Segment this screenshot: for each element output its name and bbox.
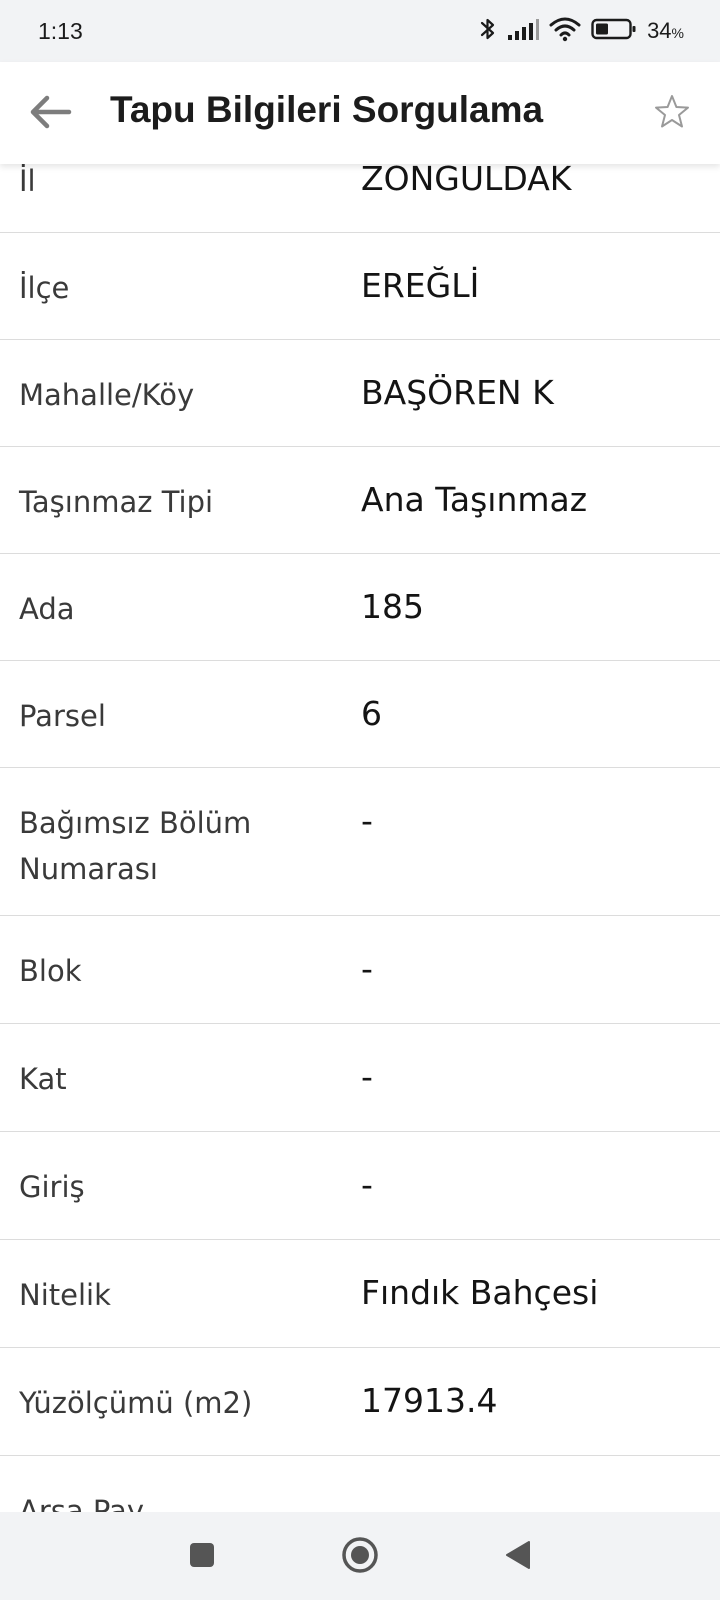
row-label: Ada — [19, 592, 75, 626]
row-label: Kat — [19, 1062, 67, 1096]
row-label: Blok — [19, 954, 82, 988]
row-value: 6 — [361, 694, 382, 733]
row-label: Nitelik — [19, 1278, 111, 1312]
signal-icon — [507, 18, 540, 45]
row-value: BAŞÖREN K — [361, 373, 554, 412]
table-row: Arsa Pay — [0, 1456, 720, 1512]
page-title: Tapu Bilgileri Sorgulama — [110, 89, 544, 130]
back-triangle-icon — [503, 1539, 533, 1576]
status-bar: 1:13 34% — [0, 0, 720, 62]
back-button[interactable] — [22, 86, 78, 142]
row-label: İlçe — [19, 271, 70, 305]
status-time: 1:13 — [38, 18, 83, 44]
row-value: 185 — [361, 587, 424, 626]
row-label: İl — [19, 164, 36, 198]
row-value: - — [361, 1057, 373, 1096]
row-label: Giriş — [19, 1170, 85, 1204]
row-label: Bağımsız Bölüm Numarası — [19, 806, 252, 886]
table-row: Nitelik Fındık Bahçesi — [0, 1240, 720, 1348]
row-value: - — [361, 949, 373, 988]
row-value: - — [361, 801, 373, 840]
row-value: - — [361, 1165, 373, 1204]
nav-back-button[interactable] — [493, 1532, 543, 1582]
table-row: Blok - — [0, 916, 720, 1024]
row-label: Yüzölçümü (m2) — [19, 1386, 253, 1420]
row-value: EREĞLİ — [361, 266, 480, 305]
table-row: Kat - — [0, 1024, 720, 1132]
recents-square-icon — [187, 1540, 217, 1575]
row-value: 17913.4 — [361, 1381, 498, 1420]
row-label: Arsa Pay — [19, 1494, 144, 1512]
favorite-button[interactable] — [648, 90, 696, 138]
table-row: Bağımsız Bölüm Numarası - — [0, 768, 720, 916]
wifi-icon — [549, 16, 581, 47]
table-row: Parsel 6 — [0, 661, 720, 768]
system-navigation-bar — [0, 1512, 720, 1600]
row-label: Taşınmaz Tipi — [19, 485, 214, 519]
row-label: Parsel — [19, 699, 106, 733]
status-icons: 34% — [479, 16, 684, 46]
table-row: İl ZONGULDAK — [0, 164, 720, 233]
table-row: Yüzölçümü (m2) 17913.4 — [0, 1348, 720, 1456]
star-outline-icon — [653, 93, 691, 136]
app-bar: Tapu Bilgileri Sorgulama — [0, 62, 720, 164]
table-row: İlçe EREĞLİ — [0, 233, 720, 340]
battery-icon — [591, 17, 637, 46]
row-value: Fındık Bahçesi — [361, 1273, 599, 1312]
back-arrow-icon — [28, 94, 72, 135]
table-row: Mahalle/Köy BAŞÖREN K — [0, 340, 720, 447]
battery-percentage: 34% — [647, 18, 684, 43]
table-row: Giriş - — [0, 1132, 720, 1240]
property-info-table: İl ZONGULDAK İlçe EREĞLİ Mahalle/Köy BAŞ… — [0, 164, 720, 1512]
home-button[interactable] — [335, 1532, 385, 1582]
bluetooth-icon — [479, 16, 497, 47]
row-value: Ana Taşınmaz — [361, 480, 588, 519]
row-label: Mahalle/Köy — [19, 378, 195, 412]
recents-button[interactable] — [177, 1532, 227, 1582]
property-info-list[interactable]: İl ZONGULDAK İlçe EREĞLİ Mahalle/Köy BAŞ… — [0, 164, 720, 1512]
home-circle-icon — [340, 1535, 380, 1580]
row-value: ZONGULDAK — [361, 164, 572, 198]
table-row: Taşınmaz Tipi Ana Taşınmaz — [0, 447, 720, 554]
table-row: Ada 185 — [0, 554, 720, 661]
